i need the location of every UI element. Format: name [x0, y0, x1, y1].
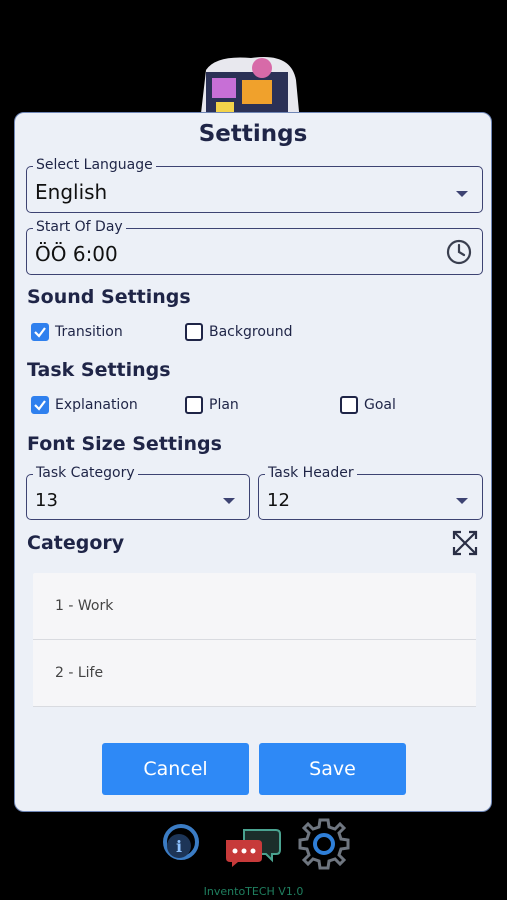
language-select[interactable]: Select Language English [26, 157, 483, 213]
font-size-settings-title: Font Size Settings [27, 433, 222, 455]
dialog-title: Settings [198, 121, 308, 147]
category-list: 1 - Work 2 - Life [33, 573, 476, 707]
goal-label: Goal [364, 397, 396, 413]
task-header-label: Task Header [265, 465, 357, 481]
task-settings-title: Task Settings [27, 359, 171, 381]
sound-settings-title: Sound Settings [27, 286, 191, 308]
settings-dialog: Settings Select Language English Start O… [14, 112, 492, 812]
language-label: Select Language [33, 157, 156, 173]
chevron-down-icon [456, 498, 468, 504]
save-button[interactable]: Save [259, 743, 406, 795]
gear-icon[interactable] [294, 814, 354, 874]
chevron-down-icon [456, 190, 468, 197]
task-category-label: Task Category [33, 465, 138, 481]
start-of-day-field[interactable]: Start Of Day ÖÖ 6:00 [26, 219, 483, 275]
task-header-select[interactable]: Task Header 12 [258, 465, 483, 520]
explanation-label: Explanation [55, 397, 138, 413]
task-header-value: 12 [267, 490, 290, 511]
plan-checkbox[interactable]: Plan [185, 396, 239, 414]
info-icon[interactable]: i [160, 822, 202, 866]
chat-icon[interactable] [222, 826, 282, 868]
explanation-checkbox[interactable]: Explanation [31, 396, 138, 414]
clock-icon[interactable] [446, 239, 472, 265]
category-title: Category [27, 532, 125, 554]
check-icon [34, 327, 46, 338]
background-checkbox[interactable]: Background [185, 323, 293, 341]
chevron-down-icon [223, 498, 235, 504]
cancel-button[interactable]: Cancel [102, 743, 249, 795]
check-icon [34, 400, 46, 411]
version-label: InventoTECH V1.0 [203, 885, 304, 898]
plan-label: Plan [209, 397, 239, 413]
task-category-value: 13 [35, 490, 58, 511]
background-label: Background [209, 324, 293, 340]
svg-text:i: i [176, 837, 182, 856]
start-of-day-label: Start Of Day [33, 219, 126, 235]
transition-label: Transition [55, 324, 123, 340]
list-item[interactable]: 2 - Life [33, 640, 476, 707]
language-value: English [35, 180, 108, 204]
task-category-select[interactable]: Task Category 13 [26, 465, 250, 520]
list-item[interactable]: 1 - Work [33, 573, 476, 640]
start-of-day-value: ÖÖ 6:00 [35, 242, 118, 266]
checkbox-unchecked[interactable] [185, 323, 203, 341]
checkbox-unchecked[interactable] [185, 396, 203, 414]
goal-checkbox[interactable]: Goal [340, 396, 396, 414]
checkbox-checked[interactable] [31, 323, 49, 341]
transition-checkbox[interactable]: Transition [31, 323, 123, 341]
checkbox-checked[interactable] [31, 396, 49, 414]
checkbox-unchecked[interactable] [340, 396, 358, 414]
expand-icon[interactable] [451, 529, 479, 557]
